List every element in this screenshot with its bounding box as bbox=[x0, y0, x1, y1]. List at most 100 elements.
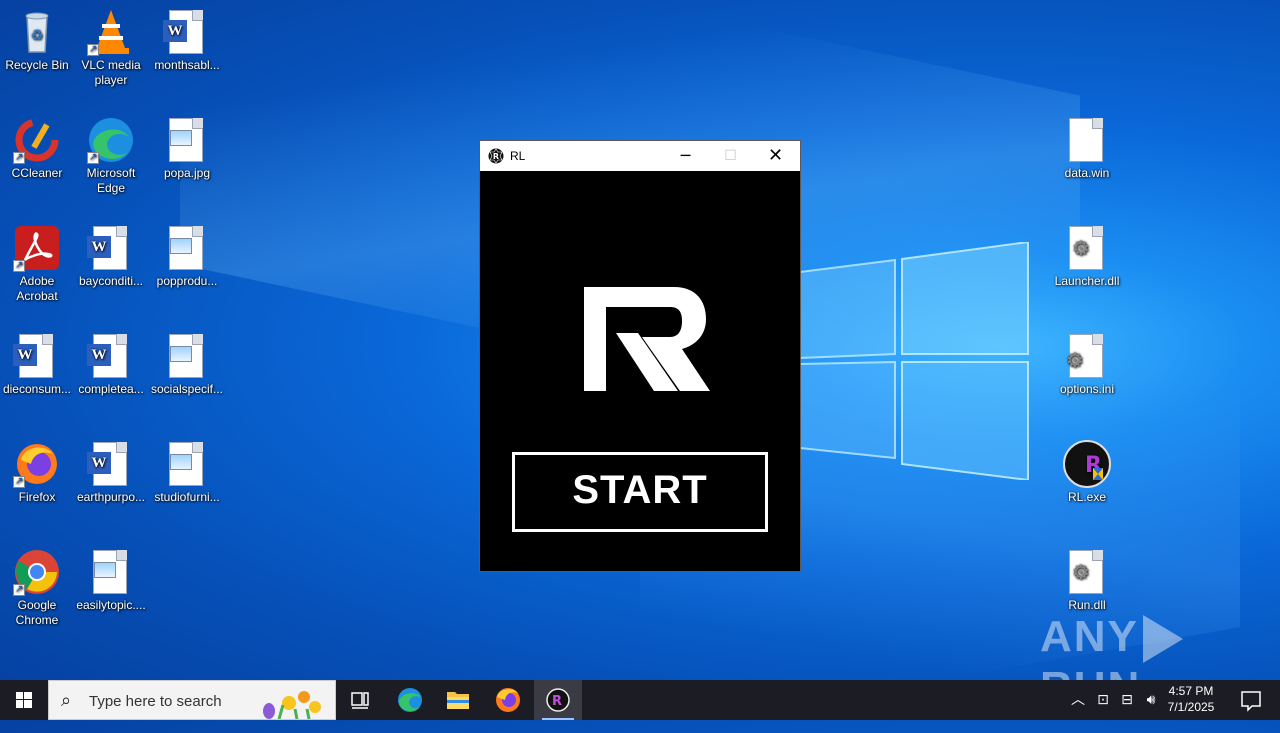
close-icon: ✕ bbox=[767, 145, 784, 166]
image-file-icon bbox=[163, 116, 211, 164]
ccleaner-icon bbox=[13, 116, 61, 165]
chrome-icon bbox=[13, 548, 61, 597]
desktop-icon-vlc[interactable]: VLC media player bbox=[74, 8, 148, 88]
edge-icon bbox=[87, 116, 135, 165]
word-document-icon: W bbox=[87, 440, 135, 488]
firefox-icon bbox=[496, 688, 520, 712]
play-icon bbox=[1142, 615, 1183, 664]
rl-exe-icon: R bbox=[1063, 440, 1111, 488]
desktop-icon-label: popa.jpg bbox=[163, 166, 211, 180]
desktop-icon-label: studiofurni... bbox=[154, 490, 220, 504]
desktop-icon-label: data.win bbox=[1064, 166, 1110, 180]
settings-file-icon: ⚙ bbox=[1063, 332, 1111, 380]
rl-logo-icon bbox=[584, 287, 710, 391]
notification-center-button[interactable] bbox=[1236, 680, 1266, 720]
shortcut-arrow-icon bbox=[13, 150, 25, 165]
desktop-icon-label: VLC media player bbox=[81, 58, 141, 87]
window-titlebar[interactable]: R RL ─ ☐ ✕ bbox=[480, 141, 800, 171]
recycle-bin-icon: ♻ bbox=[13, 8, 61, 56]
word-document-icon: W bbox=[163, 8, 211, 56]
word-document-icon: W bbox=[87, 332, 135, 380]
desktop-icon-label: Firefox bbox=[18, 490, 56, 504]
shortcut-arrow-icon bbox=[87, 150, 99, 165]
desktop-icon-studiofurni[interactable]: studiofurni... bbox=[150, 440, 224, 505]
desktop-icon-label: Launcher.dll bbox=[1054, 274, 1120, 288]
desktop-icon-earthpurpo[interactable]: W earthpurpo... bbox=[74, 440, 148, 505]
folder-icon bbox=[447, 692, 469, 709]
desktop-icon-easilytopic[interactable]: easilytopic.... bbox=[74, 548, 148, 613]
desktop-icon-label: Recycle Bin bbox=[5, 58, 69, 72]
task-view-icon bbox=[351, 692, 369, 709]
rl-app-icon: R bbox=[488, 148, 504, 164]
desktop-icon-ccleaner[interactable]: CCleaner bbox=[0, 116, 74, 181]
desktop-icon-popprodu[interactable]: popprodu... bbox=[150, 224, 224, 289]
desktop-icon-label: socialspecif... bbox=[150, 382, 224, 396]
desktop-icon-microsoft-edge[interactable]: Microsoft Edge bbox=[74, 116, 148, 196]
svg-text:R: R bbox=[493, 152, 499, 161]
dll-file-icon: ⚙ bbox=[1063, 224, 1111, 272]
chevron-up-icon: ︿ bbox=[1071, 692, 1085, 708]
camera-icon: ⊡ bbox=[1097, 692, 1109, 708]
notification-icon bbox=[1241, 691, 1261, 712]
shortcut-arrow-icon bbox=[87, 42, 99, 57]
desktop-icon-dieconsum[interactable]: W dieconsum... bbox=[0, 332, 74, 397]
maximize-button[interactable]: ☐ bbox=[708, 141, 753, 171]
speaker-icon: 🔊︎ bbox=[1146, 692, 1156, 708]
taskbar-firefox[interactable] bbox=[484, 680, 532, 720]
task-view-button[interactable] bbox=[336, 680, 384, 720]
clock-time: 4:57 PM bbox=[1168, 684, 1214, 698]
start-button-taskbar[interactable] bbox=[0, 680, 48, 720]
desktop-icon-label: Adobe Acrobat bbox=[16, 274, 58, 303]
desktop-icon-label: Run.dll bbox=[1068, 598, 1106, 612]
desktop-icon-launcher-dll[interactable]: ⚙ Launcher.dll bbox=[1050, 224, 1124, 289]
desktop-icon-bayconditi[interactable]: W bayconditi... bbox=[74, 224, 148, 289]
wallpaper-windows-logo bbox=[800, 242, 1029, 480]
desktop-icon-monthsabl[interactable]: W monthsabl... bbox=[150, 8, 224, 73]
vlc-icon bbox=[87, 8, 135, 57]
desktop-icon-label: options.ini bbox=[1059, 382, 1115, 396]
desktop-icon-rl-exe[interactable]: R RL.exe bbox=[1050, 440, 1124, 505]
shortcut-arrow-icon bbox=[13, 474, 25, 489]
desktop-icon-recycle-bin[interactable]: ♻ Recycle Bin bbox=[0, 8, 74, 73]
desktop-icon-firefox[interactable]: Firefox bbox=[0, 440, 74, 505]
desktop-icon-label: dieconsum... bbox=[2, 382, 72, 396]
taskbar-file-explorer[interactable] bbox=[434, 680, 482, 720]
edge-icon bbox=[398, 688, 422, 712]
desktop-icon-data-win[interactable]: data.win bbox=[1050, 116, 1124, 181]
taskbar-clock[interactable]: 4:57 PM 7/1/2025 bbox=[1160, 683, 1222, 715]
desktop-icon-label: bayconditi... bbox=[78, 274, 144, 288]
desktop-icon-adobe-acrobat[interactable]: Adobe Acrobat bbox=[0, 224, 74, 304]
desktop-icon-popa-jpg[interactable]: popa.jpg bbox=[150, 116, 224, 181]
image-file-icon bbox=[163, 332, 211, 380]
rl-window: R RL ─ ☐ ✕ START bbox=[479, 140, 801, 572]
window-title: RL bbox=[510, 149, 526, 163]
desktop-icon-socialspecif[interactable]: socialspecif... bbox=[150, 332, 224, 397]
tray-volume[interactable]: 🔊︎ bbox=[1140, 680, 1162, 720]
desktop-icon-google-chrome[interactable]: Google Chrome bbox=[0, 548, 74, 628]
taskbar-edge[interactable] bbox=[386, 680, 434, 720]
image-file-icon bbox=[163, 440, 211, 488]
start-button[interactable]: START bbox=[512, 452, 768, 532]
search-highlight-flowers-icon bbox=[263, 691, 321, 719]
tray-meet-now[interactable]: ⊡ bbox=[1092, 680, 1114, 720]
show-hidden-icons-button[interactable]: ︿ bbox=[1066, 680, 1090, 720]
desktop-icon-completea[interactable]: W completea... bbox=[74, 332, 148, 397]
taskbar-rl-app[interactable]: R bbox=[534, 680, 582, 720]
minimize-button[interactable]: ─ bbox=[663, 141, 708, 171]
shortcut-arrow-icon bbox=[13, 582, 25, 597]
desktop-icon-label: CCleaner bbox=[11, 166, 63, 180]
desktop-icon-run-dll[interactable]: ⚙ Run.dll bbox=[1050, 548, 1124, 613]
desktop-icon-label: completea... bbox=[78, 382, 144, 396]
desktop-icon-options-ini[interactable]: ⚙ options.ini bbox=[1050, 332, 1124, 397]
search-icon: ⌕ bbox=[61, 690, 72, 711]
desktop-icon-label: popprodu... bbox=[156, 274, 218, 288]
clock-date: 7/1/2025 bbox=[1167, 700, 1215, 714]
watermark-left: ANY bbox=[1040, 612, 1139, 661]
maximize-icon: ☐ bbox=[724, 148, 737, 164]
close-button[interactable]: ✕ bbox=[753, 141, 798, 171]
tray-network[interactable]: ⊟ bbox=[1116, 680, 1138, 720]
word-document-icon: W bbox=[87, 224, 135, 272]
window-content: START bbox=[480, 171, 800, 571]
shortcut-arrow-icon bbox=[13, 258, 25, 273]
taskbar-search-box[interactable]: ⌕ Type here to search bbox=[48, 680, 336, 720]
